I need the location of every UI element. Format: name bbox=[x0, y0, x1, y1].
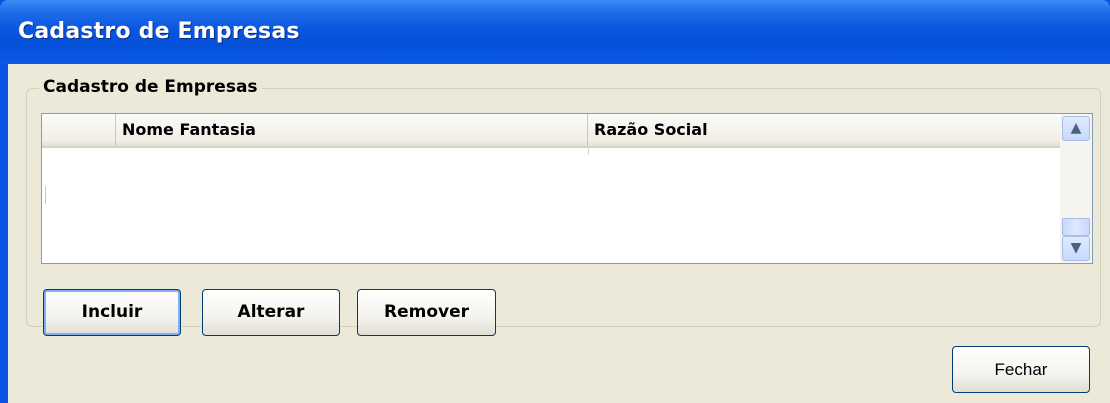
scroll-thumb[interactable] bbox=[1062, 218, 1090, 236]
title-bar[interactable]: Cadastro de Empresas bbox=[0, 0, 1110, 64]
header-row-indicator[interactable] bbox=[42, 114, 116, 146]
chevron-up-icon[interactable]: ▲ bbox=[1062, 116, 1090, 141]
remover-button[interactable]: Remover bbox=[357, 289, 496, 336]
dialog-client-area: Cadastro de Empresas Nome Fantasia Razão… bbox=[8, 64, 1110, 403]
incluir-button[interactable]: Incluir bbox=[43, 289, 181, 336]
dialog-window: Cadastro de Empresas Cadastro de Empresa… bbox=[0, 0, 1110, 403]
companies-groupbox: Cadastro de Empresas Nome Fantasia Razão… bbox=[26, 77, 1101, 336]
header-nome-fantasia[interactable]: Nome Fantasia bbox=[116, 114, 588, 146]
companies-grid[interactable]: Nome Fantasia Razão Social ▲ ▼ bbox=[41, 113, 1093, 264]
chevron-down-icon[interactable]: ▼ bbox=[1062, 236, 1090, 261]
row-marker bbox=[45, 186, 46, 204]
alterar-button[interactable]: Alterar bbox=[202, 289, 340, 336]
groupbox-legend: Cadastro de Empresas bbox=[39, 77, 262, 97]
header-razao-social[interactable]: Razão Social bbox=[588, 114, 1060, 146]
fechar-button[interactable]: Fechar bbox=[952, 346, 1090, 393]
grid-header: Nome Fantasia Razão Social bbox=[42, 114, 1060, 148]
column-divider bbox=[588, 148, 589, 155]
vertical-scrollbar[interactable]: ▲ ▼ bbox=[1060, 114, 1092, 263]
window-title: Cadastro de Empresas bbox=[18, 19, 300, 44]
